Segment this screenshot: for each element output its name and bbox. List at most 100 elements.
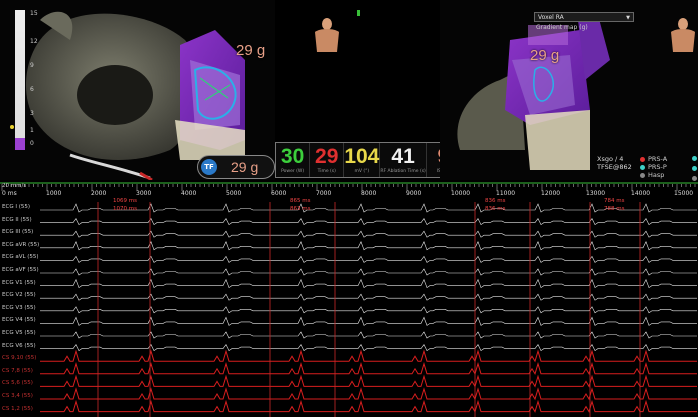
- tf-force-value: 29 g: [231, 159, 259, 175]
- legend-item: Hasp: [640, 171, 667, 179]
- lead-label[interactable]: CS 9,10 (55): [2, 355, 36, 361]
- metric-label: Time (s): [317, 169, 336, 174]
- ecg-trace: [40, 255, 697, 263]
- ecg-trace: [40, 218, 697, 226]
- scale-label: 9: [30, 62, 34, 69]
- time-tick-label: 12000: [541, 190, 561, 197]
- lead-label[interactable]: ECG V3 (55): [2, 305, 36, 311]
- time-origin: 0 ms: [2, 190, 17, 197]
- cs-trace: [40, 399, 697, 413]
- top-marker: [357, 10, 360, 16]
- interval-label: 1070 ms: [113, 206, 137, 212]
- metric-mv: 104 mV (°): [344, 143, 381, 177]
- scale-label: 0: [30, 140, 34, 147]
- lead-label[interactable]: ECG aVR (55): [2, 242, 39, 248]
- ecg-trace: [40, 230, 697, 238]
- interval-label: 836 ms: [485, 198, 506, 204]
- lead-label[interactable]: ECG II (55): [2, 217, 32, 223]
- metric-value: 104: [344, 145, 380, 168]
- lead-label[interactable]: ECG V2 (55): [2, 292, 36, 298]
- interval-label: 784 ms: [604, 198, 625, 204]
- ecg-trace: [40, 331, 697, 339]
- legend-label: Hasp: [648, 171, 665, 179]
- cs-trace: [40, 374, 697, 388]
- map-type-dropdown[interactable]: Voxel RA ▼: [534, 12, 634, 22]
- time-tick-label: 11000: [496, 190, 516, 197]
- metric-rf-time: 41 RF Ablation Time (s): [380, 143, 427, 177]
- ecg-trace: [40, 316, 697, 326]
- probe-line-1: Xsgo / 4: [597, 155, 624, 163]
- metric-value: 29: [315, 145, 339, 168]
- lead-label[interactable]: ECG V4 (55): [2, 317, 36, 323]
- lead-label[interactable]: ECG I (55): [2, 204, 30, 210]
- lead-label[interactable]: ECG V5 (55): [2, 330, 36, 336]
- interval-label: 788 ms: [604, 206, 625, 212]
- time-tick-label: 3000: [136, 190, 152, 197]
- cs-trace: [40, 349, 697, 363]
- dot-icon: [640, 164, 645, 170]
- lead-label[interactable]: ECG aVL (55): [2, 254, 39, 260]
- metric-label: mV (°): [354, 169, 370, 174]
- ecg-trace: [40, 241, 697, 251]
- scale-label: 6: [30, 86, 34, 93]
- ecg-trace-area[interactable]: [0, 202, 698, 417]
- interval-label: 836 ms: [485, 206, 506, 212]
- time-tick-label: 14000: [631, 190, 651, 197]
- metric-label: RF Ablation Time (s): [380, 169, 426, 174]
- ecg-trace: [40, 293, 697, 301]
- sweep-speed: 20 mm/s: [2, 183, 27, 189]
- cs-trace: [40, 362, 697, 376]
- interval-label: 863 ms: [290, 206, 311, 212]
- legend-item: PRS-P: [640, 163, 667, 171]
- legend-item: PRS-A: [640, 155, 667, 163]
- time-tick-label: 10000: [451, 190, 471, 197]
- catheter-legend: PRS-A PRS-P Hasp: [640, 155, 667, 179]
- lead-label[interactable]: CS 5,6 (55): [2, 380, 33, 386]
- torso-orientation-icon[interactable]: [312, 18, 342, 54]
- ecg-trace: [40, 306, 697, 314]
- time-tick-label: 15000: [674, 190, 694, 197]
- ecg-trace: [40, 344, 697, 352]
- right-torso-icon[interactable]: [668, 18, 698, 54]
- probe-line-2: TFSE@862: [597, 163, 632, 171]
- time-tick-label: 7000: [316, 190, 332, 197]
- time-tick-label: 5000: [226, 190, 242, 197]
- time-tick-label: 2000: [91, 190, 107, 197]
- metric-time: 29 Time (s): [310, 143, 345, 177]
- scale-label: 15: [30, 10, 38, 17]
- ecg-trace: [40, 268, 697, 276]
- lead-label[interactable]: ECG V1 (55): [2, 280, 36, 286]
- tf-contact-force-badge[interactable]: TF 29 g: [197, 155, 275, 179]
- dropdown-selected-value: Voxel RA: [538, 14, 564, 21]
- ep-mapping-screen: 15 12 9 6 3 1 0 29 g 30 Power (W) 29 Time …: [0, 0, 698, 417]
- left-3d-map-view[interactable]: 15 12 9 6 3 1 0 29 g: [0, 0, 275, 180]
- status-dot-icon: [692, 176, 697, 181]
- time-tick-label: 8000: [361, 190, 377, 197]
- lead-label[interactable]: CS 3,4 (55): [2, 393, 33, 399]
- metric-value: 41: [391, 145, 415, 168]
- legend-label: PRS-P: [648, 163, 667, 171]
- metric-label: Power (W): [281, 169, 305, 174]
- cs-trace: [40, 387, 697, 401]
- left-anatomy-render[interactable]: [0, 0, 275, 180]
- dot-icon: [640, 156, 645, 162]
- metric-value: 30: [280, 145, 305, 168]
- lead-label[interactable]: ECG III (55): [2, 229, 33, 235]
- interval-label: 865 ms: [290, 198, 311, 204]
- right-force-readout: 29 g: [530, 47, 560, 64]
- probe-info: Xsgo / 4 TFSE@862: [597, 155, 632, 171]
- status-dot-icon: [692, 156, 697, 161]
- lead-label[interactable]: ECG aVF (55): [2, 267, 39, 273]
- force-scale-bar: [10, 10, 25, 150]
- map-subtitle: Gradient map (g): [536, 24, 588, 31]
- lead-label[interactable]: CS 1,2 (55): [2, 406, 33, 412]
- lead-label[interactable]: CS 7,8 (55): [2, 368, 33, 374]
- time-tick-label: 13000: [586, 190, 606, 197]
- metric-power: 30 Power (W): [276, 143, 311, 177]
- dot-icon: [640, 172, 645, 178]
- ecg-trace: [40, 203, 697, 213]
- time-tick-label: 4000: [181, 190, 197, 197]
- status-dot-icon: [692, 166, 697, 171]
- time-tick-label: 6000: [271, 190, 287, 197]
- lead-label[interactable]: ECG V6 (55): [2, 343, 36, 349]
